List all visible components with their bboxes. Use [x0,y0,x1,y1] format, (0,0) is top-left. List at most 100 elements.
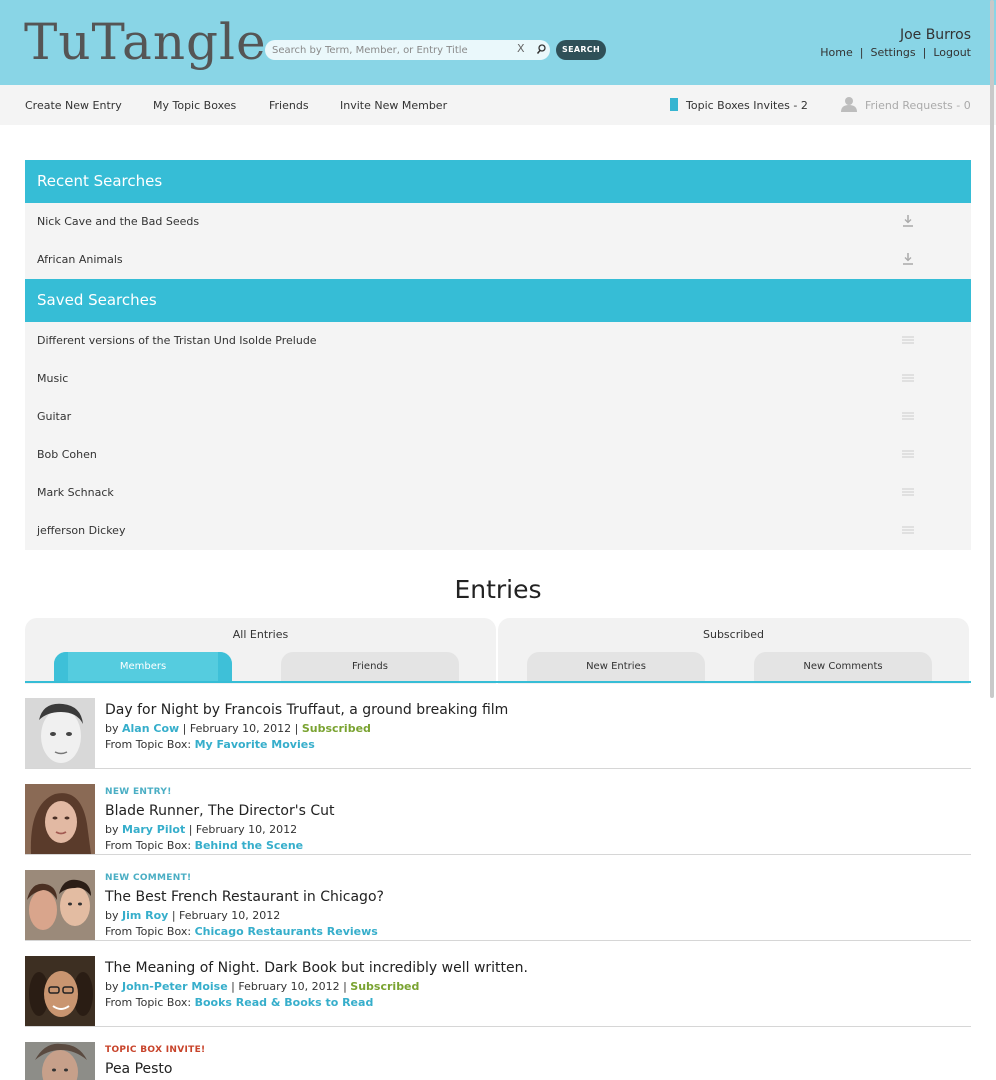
logout-link[interactable]: Logout [933,46,971,59]
nav-friends[interactable]: Friends [269,99,309,112]
author-link[interactable]: Alan Cow [122,722,179,735]
search-term[interactable]: Guitar [37,410,71,423]
tab-all-entries[interactable]: All Entries [25,628,496,641]
list-item[interactable]: Bob Cohen [25,436,971,474]
from-label: From Topic Box: [105,839,192,852]
tab-label: New Comments [803,661,883,672]
search-term[interactable]: jefferson Dickey [37,524,125,537]
nav-create-new-entry[interactable]: Create New Entry [25,99,122,112]
entry-byline: by Mary Pilot | February 10, 2012 [105,823,297,836]
drag-handle-icon[interactable] [901,524,915,536]
from-label: From Topic Box: [105,996,192,1009]
settings-link[interactable]: Settings [870,46,915,59]
entry-title[interactable]: Blade Runner, The Director's Cut [105,803,334,819]
search-input[interactable] [272,42,507,58]
tab-new-entries[interactable]: New Entries [527,652,705,681]
site-logo[interactable]: TuTangle [24,12,267,72]
tab-new-comments[interactable]: New Comments [754,652,932,681]
tab-label: Members [119,661,167,672]
subscribed-badge: Subscribed [301,722,371,735]
list-item[interactable]: jefferson Dickey [25,512,971,550]
entry-topic-box: From Topic Box: Books Read & Books to Re… [105,996,373,1009]
list-item[interactable]: Mark Schnack [25,474,971,512]
entry-title[interactable]: The Best French Restaurant in Chicago? [105,889,384,905]
save-download-icon[interactable] [901,215,915,227]
search-button[interactable]: SEARCH [556,40,606,60]
tab-group-subscribed: Subscribed New Entries New Comments [498,618,969,684]
avatar[interactable] [25,698,95,768]
topic-box-invites-link[interactable]: Topic Boxes Invites - 2 [686,99,808,112]
entries-heading: Entries [454,575,542,604]
topic-box-link[interactable]: Behind the Scene [195,839,304,852]
entry-title[interactable]: Day for Night by Francois Truffaut, a gr… [105,702,508,718]
topic-box-link[interactable]: Chicago Restaurants Reviews [195,925,378,938]
nav-my-topic-boxes[interactable]: My Topic Boxes [153,99,236,112]
topic-box-link[interactable]: My Favorite Movies [195,738,315,751]
link-separator: | [859,46,864,59]
search-term[interactable]: Mark Schnack [37,486,114,499]
search-term[interactable]: Bob Cohen [37,448,97,461]
drag-handle-icon[interactable] [901,372,915,384]
from-label: From Topic Box: [105,738,192,751]
entry-title[interactable]: The Meaning of Night. Dark Book but incr… [105,960,528,976]
entry-item[interactable]: TOPIC BOX INVITE! Pea Pesto [25,1042,971,1080]
search-clear-button[interactable]: X [517,42,525,55]
search-term[interactable]: Different versions of the Tristan Und Is… [37,334,317,347]
tab-subscribed[interactable]: Subscribed [498,628,969,641]
new-comment-tag: NEW COMMENT! [105,873,192,883]
nav-invite-new-member[interactable]: Invite New Member [340,99,447,112]
drag-handle-icon[interactable] [901,448,915,460]
avatar[interactable] [25,784,95,854]
search-term[interactable]: Music [37,372,68,385]
entry-topic-box: From Topic Box: My Favorite Movies [105,738,315,751]
tab-underline [25,681,971,683]
drag-handle-icon[interactable] [901,410,915,422]
entry-item[interactable]: NEW COMMENT! The Best French Restaurant … [25,870,971,941]
avatar[interactable] [25,956,95,1026]
new-entry-tag: NEW ENTRY! [105,787,172,797]
entry-date: | February 10, 2012 | [231,980,347,993]
tab-label: Friends [352,661,388,672]
entry-item[interactable]: The Meaning of Night. Dark Book but incr… [25,956,971,1027]
link-separator: | [922,46,927,59]
tab-friends[interactable]: Friends [281,652,459,681]
by-label: by [105,980,119,993]
saved-searches-list: Different versions of the Tristan Und Is… [25,322,971,550]
entry-title[interactable]: Pea Pesto [105,1061,173,1077]
magnifier-icon[interactable] [534,40,548,60]
saved-searches-header: Saved Searches [25,279,971,322]
home-link[interactable]: Home [820,46,852,59]
author-link[interactable]: Mary Pilot [122,823,185,836]
entry-date: | February 10, 2012 [188,823,298,836]
by-label: by [105,909,119,922]
entry-date: | February 10, 2012 [171,909,281,922]
list-item[interactable]: Guitar [25,398,971,436]
friend-requests-link[interactable]: Friend Requests - 0 [865,99,971,112]
search-box: X [265,40,550,60]
search-term[interactable]: Nick Cave and the Bad Seeds [37,215,199,228]
list-item[interactable]: African Animals [25,241,971,279]
save-download-icon[interactable] [901,253,915,265]
drag-handle-icon[interactable] [901,486,915,498]
drag-handle-icon[interactable] [901,334,915,346]
topic-box-icon [670,98,678,111]
tab-members[interactable]: Members [54,652,232,681]
by-label: by [105,823,119,836]
author-link[interactable]: Jim Roy [122,909,168,922]
user-name[interactable]: Joe Burros [900,27,971,43]
author-link[interactable]: John-Peter Moise [122,980,228,993]
entry-item[interactable]: Day for Night by Francois Truffaut, a gr… [25,698,971,769]
avatar[interactable] [25,870,95,940]
entry-item[interactable]: NEW ENTRY! Blade Runner, The Director's … [25,784,971,855]
entry-date: | February 10, 2012 | [182,722,299,735]
list-item[interactable]: Different versions of the Tristan Und Is… [25,322,971,360]
entry-topic-box: From Topic Box: Behind the Scene [105,839,303,852]
search-term[interactable]: African Animals [37,253,123,266]
avatar[interactable] [25,1042,95,1080]
topic-box-link[interactable]: Books Read & Books to Read [195,996,374,1009]
by-label: by [105,722,119,735]
main-nav: Create New Entry My Topic Boxes Friends … [0,85,996,125]
topic-box-invite-tag: TOPIC BOX INVITE! [105,1045,206,1055]
list-item[interactable]: Nick Cave and the Bad Seeds [25,203,971,241]
list-item[interactable]: Music [25,360,971,398]
